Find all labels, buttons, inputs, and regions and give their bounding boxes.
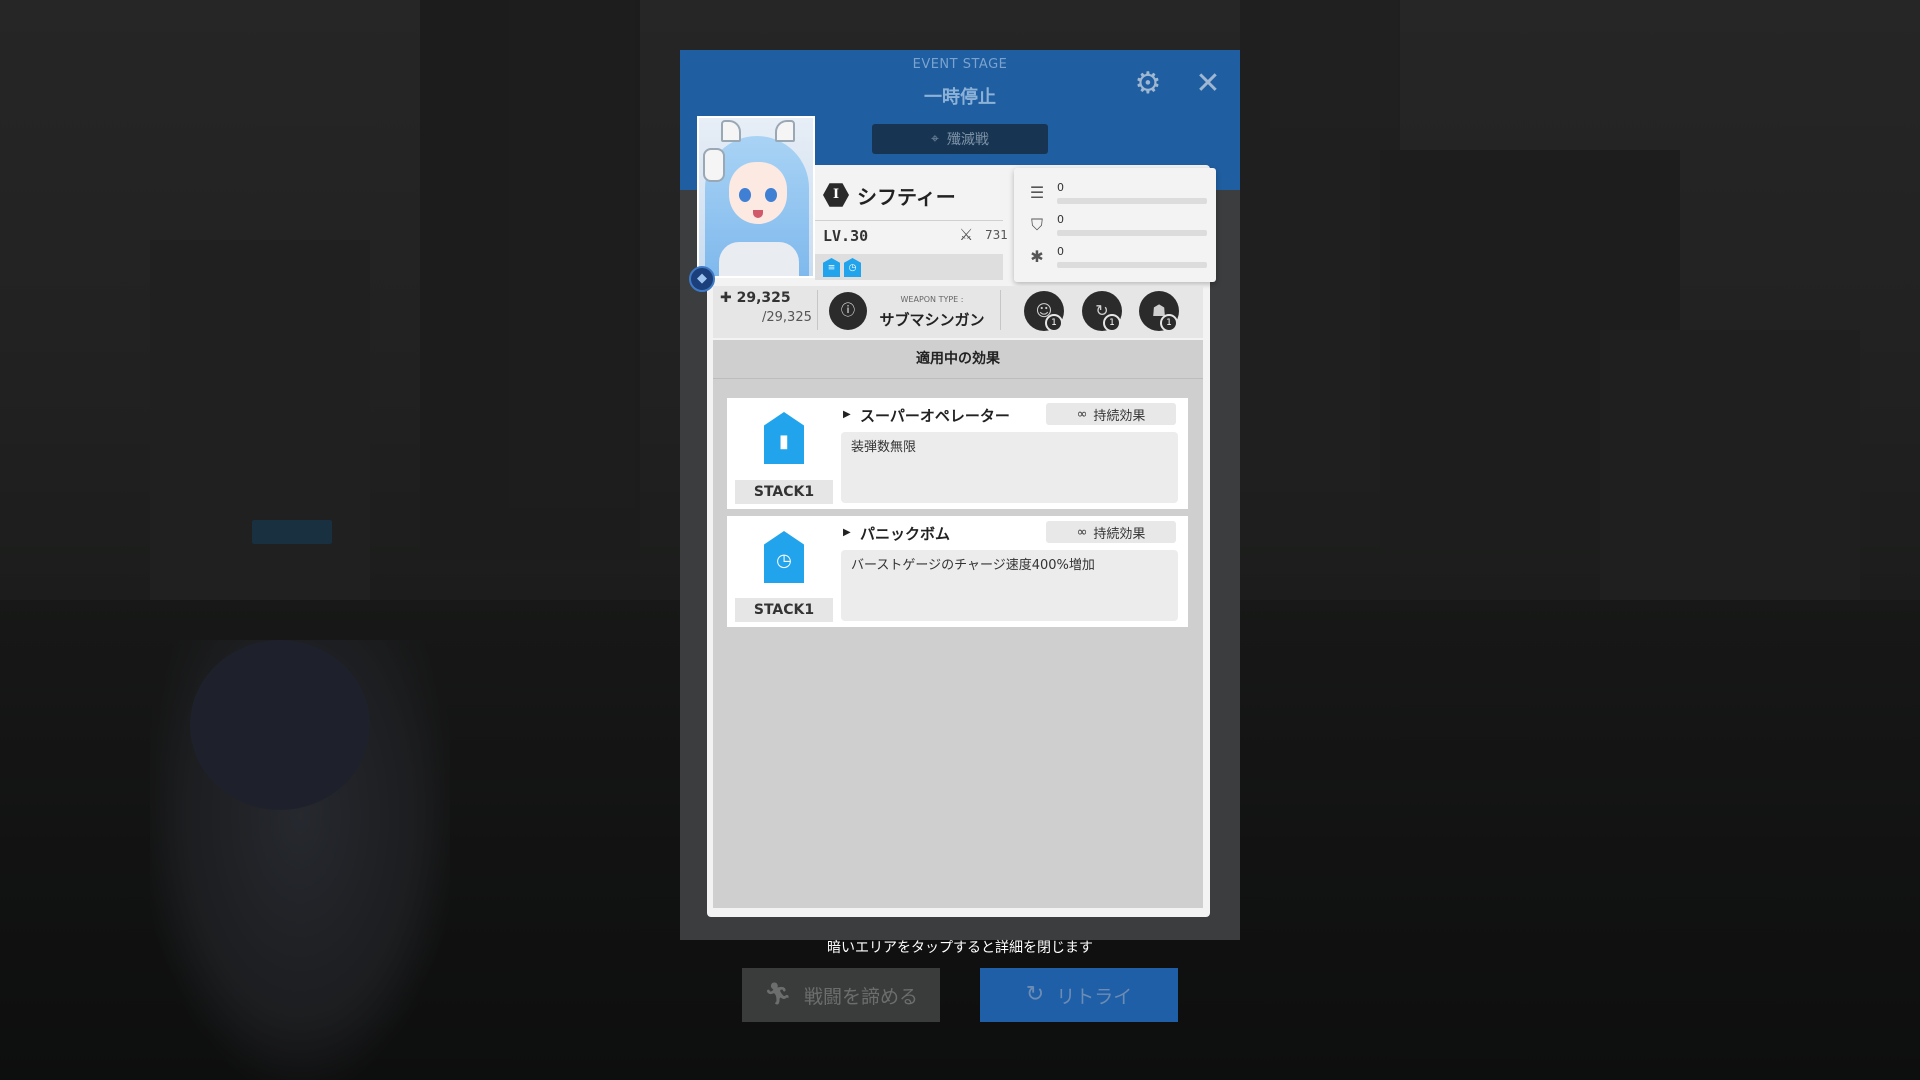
retry-label: リトライ: [1056, 985, 1133, 1008]
skill-2-level: 1: [1103, 314, 1121, 332]
effect-name: スーパーオペレーター: [860, 407, 1010, 425]
combat-power: 731: [985, 228, 1008, 242]
stat-defense-bar: [1057, 230, 1207, 236]
battle-mode-pill: ⌖ 殲滅戦: [872, 124, 1048, 154]
hp-current: ✚ 29,325: [720, 290, 791, 306]
crossed-swords-icon: ⚔: [959, 225, 974, 244]
close-icon[interactable]: ✕: [1190, 66, 1226, 102]
effects-title: 適用中の効果: [916, 351, 1000, 367]
divider: [1000, 290, 1001, 330]
stat-defense-value: 0: [1057, 213, 1064, 226]
character-portrait: [697, 116, 815, 278]
portrait-eye: [739, 188, 751, 202]
effect-description: バーストゲージのチャージ速度400%増加: [851, 558, 1095, 573]
effect-stack: STACK1: [735, 598, 833, 622]
infinity-icon: ∞: [1076, 524, 1088, 540]
running-figure-icon: 🏃︎: [764, 982, 792, 1007]
weapon-name: サブマシンガン: [879, 311, 985, 329]
portrait-eye: [765, 188, 777, 202]
stat-ammo-bar: [1057, 198, 1207, 204]
effect-stack: STACK1: [735, 480, 833, 504]
effects-divider: [713, 378, 1203, 379]
buff-strip: [815, 254, 1003, 280]
burst-gauge-icon: ✱: [1030, 247, 1044, 266]
water-element-icon: ◆: [689, 266, 715, 292]
stat-ammo-value: 0: [1057, 181, 1064, 194]
close-hint: 暗いエリアをタップすると詳細を閉じます: [827, 940, 1093, 956]
portrait-body: [719, 242, 799, 276]
character-name: シフティー: [857, 185, 956, 209]
portrait-ear: [775, 120, 795, 142]
retry-icon: ↻: [1025, 982, 1045, 1007]
portrait-ear: [721, 120, 741, 142]
retreat-button[interactable]: 🏃︎ 戦闘を諦める: [742, 968, 940, 1022]
skill-1-level: 1: [1045, 314, 1063, 332]
retreat-label: 戦闘を諦める: [803, 985, 918, 1008]
weapon-type-label: WEAPON TYPE :: [900, 295, 964, 304]
ammo-icon: ☰: [1029, 183, 1045, 202]
stat-burst-bar: [1057, 262, 1207, 268]
retry-button[interactable]: ↻ リトライ: [980, 968, 1178, 1022]
effect-name: パニックボム: [860, 525, 951, 543]
battle-mode-label: 殲滅戦: [946, 132, 989, 148]
duration-pill: ∞ 持続効果: [1046, 521, 1176, 543]
duration-label: 持続効果: [1093, 408, 1146, 424]
hp-current-value: 29,325: [736, 290, 791, 306]
character-level: LV.30: [823, 227, 869, 245]
effect-description: 装弾数無限: [851, 440, 917, 455]
infinity-icon: ∞: [1076, 406, 1088, 422]
crosshair-icon: ⌖: [931, 131, 939, 147]
expand-triangle-icon[interactable]: ▶: [843, 527, 851, 538]
headset-icon: [703, 148, 725, 182]
burst-skill-level: 1: [1160, 314, 1178, 332]
stat-burst-value: 0: [1057, 245, 1064, 258]
divider: [817, 290, 818, 330]
duration-pill: ∞ 持続効果: [1046, 403, 1176, 425]
weapon-type-icon: ⓘ: [829, 292, 867, 330]
defense-icon: ⛉: [1030, 215, 1043, 234]
duration-label: 持続効果: [1093, 526, 1146, 542]
hp-max: /29,325: [762, 310, 812, 325]
expand-triangle-icon[interactable]: ▶: [843, 409, 851, 420]
gear-icon[interactable]: ⚙: [1130, 66, 1166, 102]
